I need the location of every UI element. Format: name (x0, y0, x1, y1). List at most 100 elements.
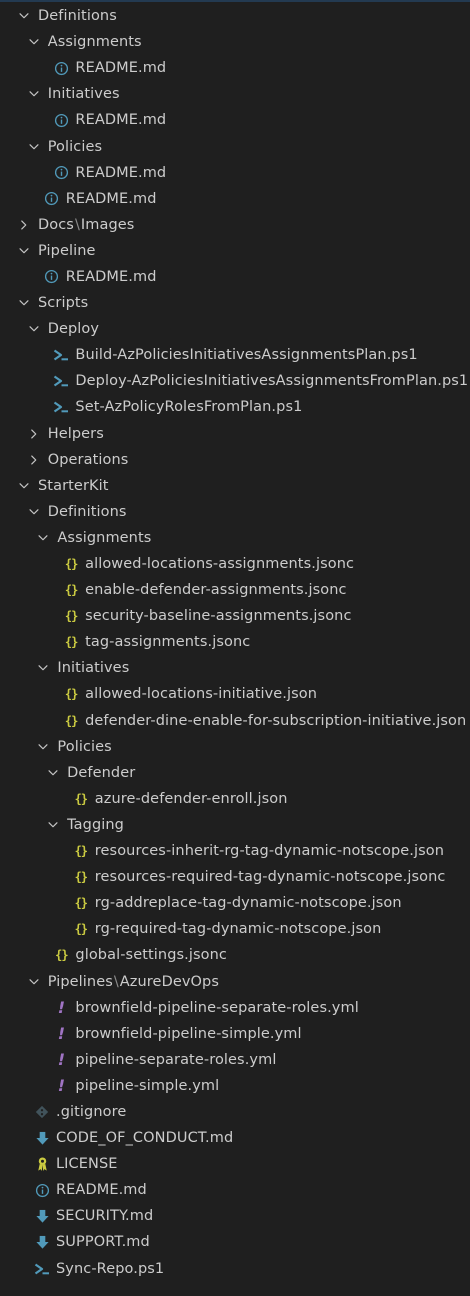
file-item[interactable]: SUPPORT.md (0, 1229, 470, 1255)
file-label: SUPPORT.md (56, 1234, 150, 1251)
file-label: pipeline-separate-roles.yml (75, 1051, 277, 1068)
json-icon: {} (74, 870, 88, 885)
chevron-right-icon[interactable] (16, 217, 32, 233)
chevron-down-icon[interactable] (16, 478, 32, 494)
file-item[interactable]: Sync-Repo.ps1 (0, 1256, 470, 1282)
markdown-download-icon (34, 1130, 50, 1146)
chevron-down-icon[interactable] (35, 739, 51, 755)
file-item[interactable]: README.md (0, 264, 470, 290)
file-item[interactable]: ! pipeline-separate-roles.yml (0, 1047, 470, 1073)
folder-item[interactable]: Helpers (0, 421, 470, 447)
folder-item[interactable]: Tagging (0, 812, 470, 838)
file-item[interactable]: README.md (0, 107, 470, 133)
folder-label: Tagging (67, 816, 124, 833)
folder-item[interactable]: Policies (0, 133, 470, 159)
folder-label: Scripts (38, 295, 89, 312)
file-item[interactable]: {} azure-defender-enroll.json (0, 786, 470, 812)
folder-label: Policies (57, 738, 112, 755)
chevron-down-icon[interactable] (35, 530, 51, 546)
chevron-down-icon[interactable] (26, 504, 42, 520)
git-icon (34, 1104, 50, 1120)
chevron-down-icon[interactable] (26, 321, 42, 337)
folder-item[interactable]: Pipeline (0, 238, 470, 264)
chevron-down-icon[interactable] (26, 974, 42, 990)
powershell-icon (53, 347, 69, 363)
json-icon: {} (64, 687, 78, 702)
file-item[interactable]: {} enable-defender-assignments.jsonc (0, 577, 470, 603)
file-item[interactable]: ! pipeline-simple.yml (0, 1073, 470, 1099)
chevron-down-icon[interactable] (45, 817, 61, 833)
chevron-down-icon[interactable] (16, 243, 32, 259)
file-item[interactable]: {} tag-assignments.jsonc (0, 629, 470, 655)
file-label: Build-AzPoliciesInitiativesAssignmentsPl… (75, 347, 418, 364)
file-item[interactable]: ! brownfield-pipeline-separate-roles.yml (0, 995, 470, 1021)
file-label: defender-dine-enable-for-subscription-in… (85, 712, 467, 729)
file-label: LICENSE (56, 1156, 118, 1173)
chevron-down-icon[interactable] (16, 8, 32, 24)
file-item[interactable]: {} allowed-locations-assignments.jsonc (0, 551, 470, 577)
file-item[interactable]: README.md (0, 55, 470, 81)
file-label: enable-defender-assignments.jsonc (85, 582, 347, 599)
file-item[interactable]: Set-AzPolicyRolesFromPlan.ps1 (0, 394, 470, 420)
file-label: Sync-Repo.ps1 (56, 1260, 165, 1277)
folder-item[interactable]: Initiatives (0, 81, 470, 107)
file-item[interactable]: {} defender-dine-enable-for-subscription-… (0, 708, 470, 734)
chevron-down-icon[interactable] (26, 86, 42, 102)
folder-item[interactable]: Pipelines \ AzureDevOps (0, 968, 470, 994)
file-label: azure-defender-enroll.json (94, 790, 288, 807)
file-item[interactable]: README.md (0, 186, 470, 212)
chevron-right-icon[interactable] (26, 426, 42, 442)
folder-label: Helpers (47, 425, 104, 442)
chevron-right-icon[interactable] (26, 452, 42, 468)
folder-label: Assignments (57, 529, 152, 546)
folder-item[interactable]: Initiatives (0, 655, 470, 681)
file-item[interactable]: {} security-baseline-assignments.jsonc (0, 603, 470, 629)
chevron-down-icon[interactable] (26, 34, 42, 50)
file-label: brownfield-pipeline-simple.yml (75, 1025, 302, 1042)
file-item[interactable]: Deploy-AzPoliciesInitiativesAssignmentsF… (0, 368, 470, 394)
file-item[interactable]: {} rg-addreplace-tag-dynamic-notscope.jso… (0, 890, 470, 916)
folder-item[interactable]: Docs \ Images (0, 212, 470, 238)
file-item[interactable]: LICENSE (0, 1151, 470, 1177)
folder-item[interactable]: Operations (0, 447, 470, 473)
folder-item[interactable]: Assignments (0, 525, 470, 551)
folder-item[interactable]: StarterKit (0, 473, 470, 499)
folder-item[interactable]: Scripts (0, 290, 470, 316)
file-item[interactable]: README.md (0, 160, 470, 186)
folder-label: Pipelines (47, 973, 113, 990)
file-item[interactable]: CODE_OF_CONDUCT.md (0, 1125, 470, 1151)
folder-item[interactable]: Assignments (0, 29, 470, 55)
file-label: README.md (75, 164, 167, 181)
chevron-down-icon[interactable] (16, 295, 32, 311)
file-label: resources-inherit-rg-tag-dynamic-notscop… (94, 843, 445, 860)
file-item[interactable]: README.md (0, 1177, 470, 1203)
chevron-down-icon[interactable] (26, 139, 42, 155)
file-item[interactable]: {} global-settings.jsonc (0, 942, 470, 968)
file-item[interactable]: {} resources-inherit-rg-tag-dynamic-notsc… (0, 838, 470, 864)
file-label: Deploy-AzPoliciesInitiativesAssignmentsF… (75, 373, 469, 390)
info-icon (53, 60, 69, 76)
chevron-down-icon[interactable] (35, 660, 51, 676)
file-label: rg-addreplace-tag-dynamic-notscope.json (94, 895, 402, 912)
file-item[interactable]: Build-AzPoliciesInitiativesAssignmentsPl… (0, 342, 470, 368)
folder-item[interactable]: Defender (0, 760, 470, 786)
license-icon (34, 1156, 50, 1172)
path-separator: \ (113, 973, 119, 990)
folder-item[interactable]: Policies (0, 734, 470, 760)
folder-label: Initiatives (57, 660, 130, 677)
markdown-download-icon (34, 1208, 50, 1224)
file-item[interactable]: ! brownfield-pipeline-simple.yml (0, 1021, 470, 1047)
file-item[interactable]: SECURITY.md (0, 1203, 470, 1229)
file-item[interactable]: .gitignore (0, 1099, 470, 1125)
folder-item[interactable]: Definitions (0, 499, 470, 525)
file-item[interactable]: {} resources-required-tag-dynamic-notscop… (0, 864, 470, 890)
chevron-down-icon[interactable] (45, 765, 61, 781)
folder-label: Pipeline (38, 242, 96, 259)
folder-item[interactable]: Deploy (0, 316, 470, 342)
file-item[interactable]: {} allowed-locations-initiative.json (0, 681, 470, 707)
file-item[interactable]: {} rg-required-tag-dynamic-notscope.json (0, 916, 470, 942)
json-icon: {} (64, 713, 78, 728)
yaml-icon: ! (57, 1050, 66, 1070)
folder-item[interactable]: Definitions (0, 3, 470, 29)
folder-label: Assignments (47, 34, 142, 51)
